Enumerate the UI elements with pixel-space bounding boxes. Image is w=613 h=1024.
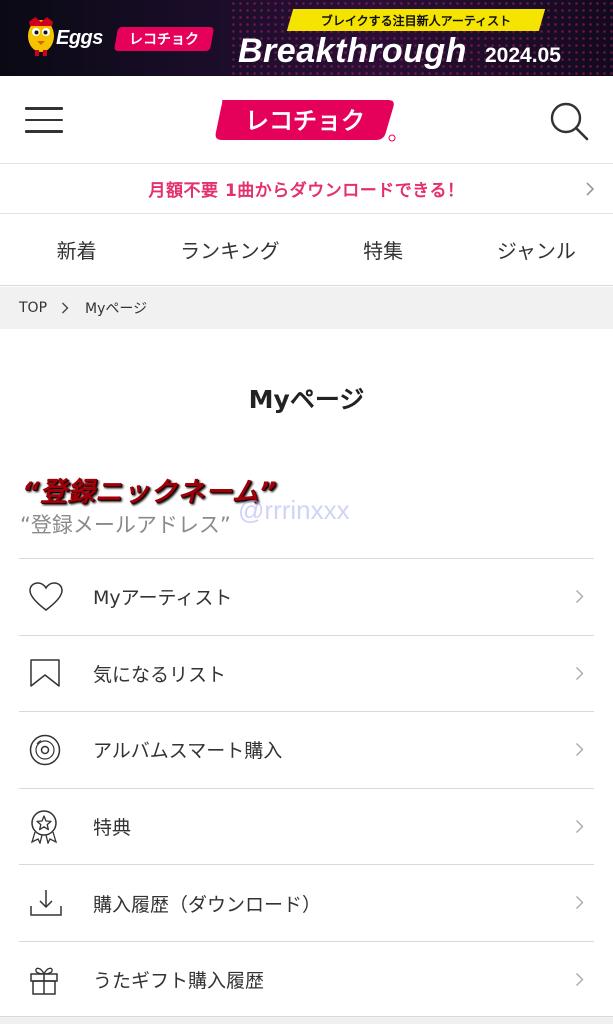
menu-item-my-artist[interactable]: Myアーティスト bbox=[19, 558, 594, 635]
heart-icon bbox=[19, 559, 75, 635]
download-icon bbox=[19, 865, 75, 941]
mypage-menu-list: Myアーティスト 気になるリスト アルバムスマート購入 特典 購入履歴（ダウンロ… bbox=[19, 558, 594, 1018]
menu-item-label: うたギフト購入履歴 bbox=[93, 970, 265, 993]
download-promo-link[interactable]: 月額不要 1曲からダウンロードできる！ bbox=[0, 164, 613, 214]
promo-banner[interactable]: Eggs レコチョク ブレイクする注目新人アーティスト Breakthrough… bbox=[0, 0, 613, 76]
search-icon[interactable] bbox=[548, 100, 590, 142]
eggs-logo-text: Eggs bbox=[56, 27, 103, 49]
watermark-handle: @rrrinxxx bbox=[238, 495, 350, 525]
menu-item-label: アルバムスマート購入 bbox=[93, 740, 283, 763]
chevron-right-icon bbox=[576, 819, 584, 833]
site-header: レコチョク bbox=[0, 76, 613, 164]
banner-date: 2024.05 bbox=[485, 44, 561, 67]
eggs-mascot-icon bbox=[28, 17, 54, 56]
menu-item-bonus[interactable]: 特典 bbox=[19, 787, 594, 865]
chevron-right-icon bbox=[586, 182, 595, 196]
tab-feature[interactable]: 特集 bbox=[307, 214, 460, 285]
banner-recochoku-logo: レコチョク bbox=[113, 27, 215, 51]
tab-new[interactable]: 新着 bbox=[0, 214, 153, 285]
profile-email: “登録メールアドレス” bbox=[20, 513, 231, 537]
banner-title: Breakthrough bbox=[238, 32, 467, 70]
main-nav: 新着 ランキング 特集 ジャンル bbox=[0, 214, 613, 286]
chevron-right-icon bbox=[576, 896, 584, 910]
menu-item-album-smart-purchase[interactable]: アルバムスマート購入 bbox=[19, 711, 594, 788]
menu-item-label: Myアーティスト bbox=[93, 587, 233, 610]
menu-item-gift-history[interactable]: うたギフト購入履歴 bbox=[19, 940, 594, 1018]
list-bottom-divider bbox=[0, 1016, 613, 1024]
hamburger-icon[interactable] bbox=[25, 107, 63, 133]
menu-item-label: 気になるリスト bbox=[93, 663, 227, 686]
badge-star-icon bbox=[19, 789, 75, 865]
disc-icon bbox=[19, 712, 75, 788]
breadcrumb-chevron-icon bbox=[61, 302, 69, 314]
banner-tagline: ブレイクする注目新人アーティスト bbox=[286, 9, 546, 31]
chevron-right-icon bbox=[576, 666, 584, 680]
gift-icon bbox=[19, 942, 75, 1018]
tab-genre[interactable]: ジャンル bbox=[460, 214, 613, 285]
breadcrumb-current: Myページ bbox=[85, 301, 148, 317]
recochoku-logo[interactable]: レコチョク bbox=[212, 98, 398, 142]
menu-item-purchase-history[interactable]: 購入履歴（ダウンロード） bbox=[19, 864, 594, 941]
menu-item-label: 特典 bbox=[93, 817, 132, 840]
breadcrumb: TOP Myページ bbox=[0, 287, 613, 329]
menu-item-label: 購入履歴（ダウンロード） bbox=[93, 893, 322, 916]
promo-text: 月額不要 1曲からダウンロードできる！ bbox=[148, 181, 465, 201]
page-title: Myページ bbox=[248, 385, 365, 414]
bookmark-icon bbox=[19, 635, 75, 711]
menu-item-watch-list[interactable]: 気になるリスト bbox=[19, 634, 594, 712]
chevron-right-icon bbox=[576, 590, 584, 603]
logo-shape-icon: レコチョク bbox=[215, 100, 396, 142]
chevron-right-icon bbox=[576, 743, 584, 757]
logo-text: レコチョク bbox=[245, 107, 365, 135]
chevron-right-icon bbox=[576, 972, 584, 986]
tab-ranking[interactable]: ランキング bbox=[153, 214, 306, 285]
breadcrumb-top-link[interactable]: TOP bbox=[19, 300, 47, 316]
